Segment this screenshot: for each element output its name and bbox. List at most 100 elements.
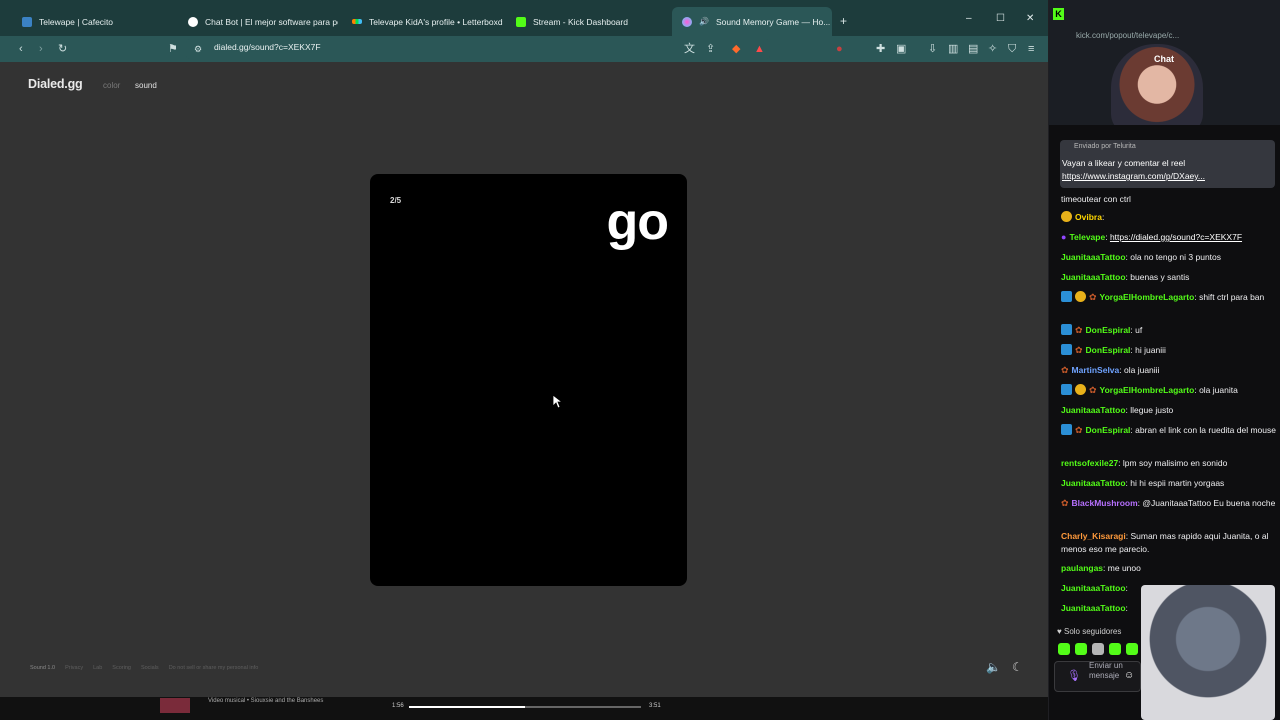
nav-color-link[interactable]: color [103, 81, 120, 90]
volume-icon[interactable]: 🔈 [986, 660, 1001, 674]
emote-icon[interactable] [1126, 643, 1138, 655]
tab-label: Sound Memory Game — Ho... [715, 16, 831, 27]
screenshot-icon[interactable]: ▣ [896, 41, 906, 57]
dialed-favicon-icon [682, 16, 692, 27]
tab-cafecito[interactable]: Telewape | Cafecito [12, 7, 178, 36]
chat-text: me unoo [1107, 563, 1141, 573]
translate-icon[interactable]: 文 [684, 41, 695, 57]
tab-label: Televape KidA's profile • Letterboxd [369, 16, 503, 27]
emote-icon[interactable] [1109, 643, 1121, 655]
media-progress-bar[interactable] [409, 706, 641, 708]
site-logo[interactable]: Dialed.gg [28, 77, 83, 91]
chat-username[interactable]: JuanitaaaTattoo [1061, 478, 1126, 488]
chat-username[interactable]: Charly_Kisaragi [1061, 531, 1126, 541]
download-icon[interactable]: ⇩ [928, 41, 937, 57]
dark-mode-icon[interactable]: ☾ [1012, 660, 1023, 674]
footer-privacy-optout-link[interactable]: Do not sell or share my personal info [169, 665, 259, 671]
footer-privacy-link[interactable]: Privacy [65, 665, 83, 671]
chat-username[interactable]: JuanitaaaTattoo [1061, 603, 1126, 613]
chat-message: ✿ YorgaElHombreLagarto: shift ctrl para b… [1061, 291, 1276, 304]
pinned-link[interactable]: https://www.instagram.com/p/DXaey... [1062, 171, 1205, 181]
chat-message: ✿ DonEspiral: hi juaniii [1061, 344, 1276, 357]
followers-only-text: Solo seguidores [1063, 627, 1122, 636]
brave-shield-icon[interactable]: ◆ [732, 41, 740, 57]
chat-text: ola juaniii [1124, 365, 1160, 375]
maximize-button[interactable]: ☐ [996, 13, 1005, 24]
tab-kick-dashboard[interactable]: Stream - Kick Dashboard [506, 7, 672, 36]
forward-icon[interactable]: › [39, 41, 43, 57]
emote-icon[interactable] [1092, 643, 1104, 655]
footer-socials-link[interactable]: Socials [141, 665, 159, 671]
chat-text: abran el link con la ruedita del mouse [1135, 425, 1276, 435]
nav-sound-link[interactable]: sound [135, 81, 157, 90]
chat-username[interactable]: DonEspiral [1086, 425, 1131, 435]
footer-scoring-link[interactable]: Scoring [112, 665, 131, 671]
moderator-badge-icon [1061, 344, 1072, 355]
footer-version: Sound 1.0 [30, 665, 56, 671]
chat-message: Charly_Kisaragi: Suman mas rapido aqui J… [1061, 531, 1269, 554]
close-window-button[interactable]: ✕ [1026, 13, 1034, 24]
share-icon[interactable]: ⇪ [706, 41, 715, 57]
emoji-icon[interactable]: ☺ [1124, 670, 1134, 681]
chat-username[interactable]: YorgaElHombreLagarto [1100, 292, 1195, 302]
wallet-icon[interactable]: ▤ [968, 41, 978, 57]
chat-username[interactable]: MartinSelva [1072, 365, 1120, 375]
browser-toolbar: ‹ › ↻ ⚑ ⚙ 文 ⇪ ◆ ▲ ● ✚ ▣ ⇩ ▥ ▤ ✧ ⛉ ≡ [0, 36, 1048, 62]
moderator-badge-icon [1061, 291, 1072, 302]
chat-username[interactable]: rentsofexile27 [1061, 458, 1118, 468]
chat-username[interactable]: DonEspiral [1086, 345, 1131, 355]
chat-text: lpm soy malisimo en sonido [1122, 458, 1228, 468]
chat-partial-line: timeoutear con ctrl [1061, 194, 1131, 204]
chat-username[interactable]: JuanitaaaTattoo [1061, 272, 1126, 282]
leo-ai-icon[interactable]: ✧ [988, 41, 997, 57]
chat-username[interactable]: YorgaElHombreLagarto [1100, 385, 1195, 395]
chat-title: Chat [1154, 54, 1174, 64]
tab-sound-memory-game[interactable]: 🔊 Sound Memory Game — Ho... ✕ [672, 7, 832, 36]
moderator-badge-icon [1061, 384, 1072, 395]
chat-username[interactable]: BlackMushroom [1072, 498, 1138, 508]
minimize-button[interactable]: – [966, 13, 972, 24]
chat-link[interactable]: https://dialed.gg/sound?c=XEKX7F [1110, 232, 1242, 242]
leaf-badge-icon: ✿ [1061, 365, 1069, 375]
chat-message: ✿ DonEspiral: abran el link con la ruedit… [1061, 424, 1276, 437]
extensions-icon[interactable]: ✚ [876, 41, 885, 57]
bookmark-icon[interactable]: ⚑ [168, 41, 178, 57]
chat-message: ✿ DonEspiral: uf [1061, 324, 1276, 337]
sidebar-icon[interactable]: ▥ [948, 41, 958, 57]
reload-icon[interactable]: ↻ [58, 41, 67, 57]
gold-badge-icon [1075, 384, 1086, 395]
emote-icon[interactable] [1058, 643, 1070, 655]
url-text[interactable]: dialed.gg/sound?c=XEKX7F [214, 42, 321, 52]
chat-text: uf [1135, 325, 1143, 335]
tab-chatbot[interactable]: Chat Bot | El mejor software para po... [178, 7, 338, 36]
emote-icon[interactable] [1075, 643, 1087, 655]
site-info-icon[interactable]: ⚙ [194, 41, 202, 57]
chat-username[interactable]: Televape [1069, 232, 1105, 242]
chat-username[interactable]: Ovibra [1075, 212, 1102, 222]
pinned-message[interactable]: Enviado por Telurita Vayan a likear y co… [1060, 140, 1275, 188]
moderator-badge-icon [1061, 324, 1072, 335]
chat-username[interactable]: JuanitaaaTattoo [1061, 583, 1126, 593]
tab-label: Chat Bot | El mejor software para po... [205, 16, 338, 27]
rewards-icon[interactable]: ▲ [754, 41, 765, 57]
chat-message: ✿ MartinSelva: ola juaniii [1061, 365, 1160, 375]
chat-text: hi juaniii [1135, 345, 1166, 355]
extension-red-icon[interactable]: ● [836, 41, 843, 57]
tab-letterboxd[interactable]: Televape KidA's profile • Letterboxd [342, 7, 504, 36]
game-card[interactable]: 2/5 go [370, 174, 687, 586]
chat-message: JuanitaaaTattoo: ola no tengo ni 3 punto… [1061, 252, 1222, 262]
chat-username[interactable]: DonEspiral [1086, 325, 1131, 335]
chat-username[interactable]: JuanitaaaTattoo [1061, 252, 1126, 262]
leaf-badge-icon: ✿ [1089, 292, 1097, 302]
chat-username[interactable]: paulangas [1061, 563, 1103, 573]
letterboxd-favicon-icon [352, 19, 362, 24]
chat-text: llegue justo [1130, 405, 1174, 415]
back-icon[interactable]: ‹ [19, 41, 23, 57]
menu-icon[interactable]: ≡ [1028, 41, 1034, 57]
chat-username[interactable]: JuanitaaaTattoo [1061, 405, 1126, 415]
footer-lab-link[interactable]: Lab [93, 665, 102, 671]
chat-message: ✿ YorgaElHombreLagarto: ola juanita [1061, 384, 1276, 397]
mic-icon[interactable]: 🎙 [1067, 669, 1081, 682]
vpn-icon[interactable]: ⛉ [1008, 41, 1016, 57]
new-tab-button[interactable]: + [840, 14, 847, 28]
